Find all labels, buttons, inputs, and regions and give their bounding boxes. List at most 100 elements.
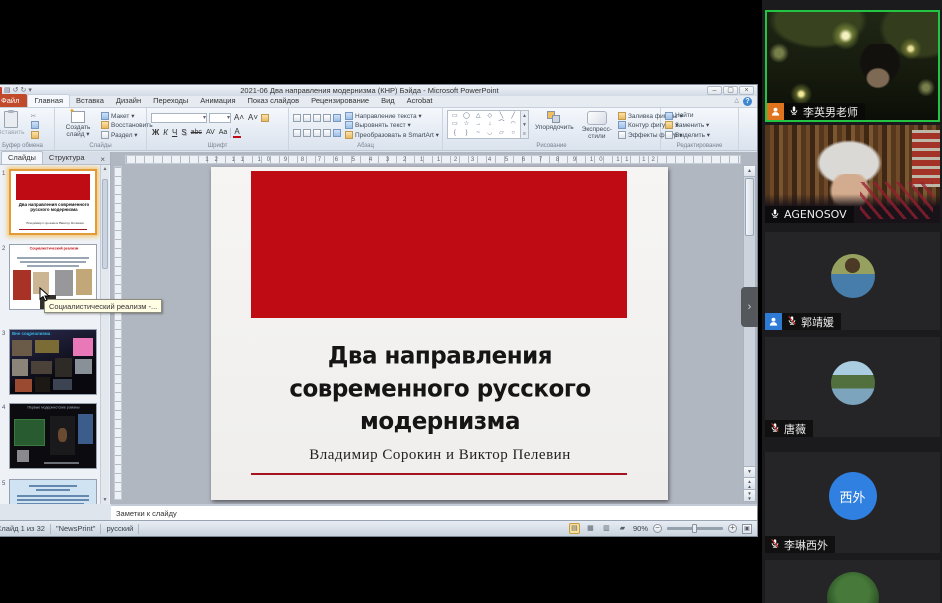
grow-font-button[interactable]: A˄ xyxy=(233,113,245,123)
shrink-font-button[interactable]: A˅ xyxy=(247,113,259,123)
columns-icon[interactable] xyxy=(333,129,341,137)
participant-tile-6[interactable] xyxy=(765,560,940,603)
language-indicator[interactable]: русский xyxy=(106,524,133,533)
copy-button[interactable] xyxy=(31,121,39,129)
font-name-combo[interactable] xyxy=(151,113,207,123)
next-slide-button[interactable]: ▼▼ xyxy=(744,489,755,501)
tab-home[interactable]: Главная xyxy=(27,94,70,107)
align-left-icon[interactable] xyxy=(293,129,301,137)
participant-tile-2[interactable]: AGENOSOV xyxy=(765,125,940,223)
close-panel-icon[interactable]: × xyxy=(95,155,110,164)
slide-red-banner[interactable] xyxy=(251,171,627,318)
increase-indent-icon[interactable] xyxy=(323,114,331,122)
clear-formatting-icon[interactable] xyxy=(261,114,269,122)
format-painter-button[interactable] xyxy=(31,131,39,139)
text-direction-button[interactable]: Направление текста ▾ xyxy=(345,112,439,120)
reset-button[interactable]: Восстановить xyxy=(101,121,153,129)
tab-transitions[interactable]: Переходы xyxy=(147,95,194,107)
zoom-out-button[interactable]: − xyxy=(653,524,662,533)
new-slide-button[interactable]: Создать слайд ▾ xyxy=(59,110,97,141)
participant-tile-5[interactable]: 西外 李琳西外 xyxy=(765,452,940,553)
section-button[interactable]: Раздел ▾ xyxy=(101,131,153,139)
restore-button[interactable]: ▢ xyxy=(723,86,738,95)
align-center-icon[interactable] xyxy=(303,129,311,137)
slide-title[interactable]: Два направления современного русского мо… xyxy=(245,340,635,439)
tab-insert[interactable]: Вставка xyxy=(70,95,110,107)
arrange-button[interactable]: Упорядочить xyxy=(533,110,576,141)
video-panel-expand-button[interactable]: › xyxy=(741,287,758,327)
vertical-ruler[interactable] xyxy=(114,166,122,500)
horizontal-ruler[interactable]: 12 11 10 9 8 7 6 5 4 3 2 1 1 2 3 4 5 6 7… xyxy=(125,155,741,164)
minimize-ribbon-icon[interactable]: △ xyxy=(734,97,739,106)
participant-tile-3[interactable]: 郭靖媛 xyxy=(765,232,940,330)
thumbnails-scrollbar[interactable]: ▲ ▼ xyxy=(100,165,109,504)
text-shadow-button[interactable]: S xyxy=(180,128,187,138)
tab-slides-thumbnails[interactable]: Слайды xyxy=(1,151,43,164)
strikethrough-button[interactable]: abc xyxy=(190,128,203,138)
mic-on-icon xyxy=(789,104,799,120)
tab-animations[interactable]: Анимация xyxy=(194,95,241,107)
thumbnail-slide-1[interactable]: Два направления современного русского мо… xyxy=(9,169,97,235)
slideshow-view-button[interactable]: ▰ xyxy=(617,523,628,534)
participant-tile-1[interactable]: 李英男老师 xyxy=(765,10,940,122)
scroll-up-icon[interactable]: ▲ xyxy=(744,166,755,177)
scroll-down-icon[interactable]: ▼ xyxy=(744,466,755,477)
bold-button[interactable]: Ж xyxy=(151,128,160,138)
slide-canvas[interactable]: Два направления современного русского мо… xyxy=(211,167,668,500)
minimize-button[interactable]: – xyxy=(707,86,722,95)
select-button[interactable]: Выделить ▾ xyxy=(665,131,710,139)
slide-sorter-view-button[interactable]: ▦ xyxy=(585,523,596,534)
paste-button[interactable]: Вставить xyxy=(0,110,27,141)
fit-to-window-button[interactable]: ▣ xyxy=(742,524,752,534)
zoom-level[interactable]: 90% xyxy=(633,524,648,533)
quick-styles-button[interactable]: Экспресс-стили xyxy=(580,110,614,141)
participant-name: 李琳西外 xyxy=(784,537,828,553)
align-text-button[interactable]: Выровнять текст ▾ xyxy=(345,121,439,129)
tab-slideshow[interactable]: Показ слайдов xyxy=(242,95,306,107)
normal-view-button[interactable]: ▤ xyxy=(569,523,580,534)
thumbnail-slide-5[interactable] xyxy=(9,479,97,504)
change-case-button[interactable]: Aa xyxy=(218,128,229,138)
close-button[interactable]: × xyxy=(739,86,754,95)
thumbnail-slide-4[interactable]: Первые модернистские романы xyxy=(9,403,97,469)
slide-counter: Слайд 1 из 32 xyxy=(0,524,45,533)
tab-file[interactable]: Файл xyxy=(0,94,27,107)
zoom-slider-thumb[interactable] xyxy=(692,524,697,533)
theme-name[interactable]: "NewsPrint" xyxy=(56,524,96,533)
tab-outline[interactable]: Структура xyxy=(43,152,91,164)
justify-icon[interactable] xyxy=(323,129,331,137)
shapes-gallery-scroll[interactable]: ▲▼≡ xyxy=(521,110,529,139)
layout-button[interactable]: Макет ▾ xyxy=(101,112,153,120)
decrease-indent-icon[interactable] xyxy=(313,114,321,122)
bullets-icon[interactable] xyxy=(293,114,301,122)
replace-button[interactable]: Заменить ▾ xyxy=(665,121,710,129)
cut-button[interactable]: ✂ xyxy=(31,112,39,120)
scrollbar-thumb[interactable] xyxy=(745,178,754,236)
tab-design[interactable]: Дизайн xyxy=(110,95,147,107)
underline-button[interactable]: Ч xyxy=(171,128,178,138)
font-size-combo[interactable] xyxy=(209,113,231,123)
find-button[interactable]: Найти xyxy=(665,112,710,120)
smartart-button[interactable]: Преобразовать в SmartArt ▾ xyxy=(345,131,439,139)
previous-slide-button[interactable]: ▲▲ xyxy=(744,477,755,489)
tab-review[interactable]: Рецензирование xyxy=(305,95,375,107)
italic-button[interactable]: К xyxy=(162,128,169,138)
participant-tile-4[interactable]: 唐薇 xyxy=(765,337,940,437)
numbering-icon[interactable] xyxy=(303,114,311,122)
tab-acrobat[interactable]: Acrobat xyxy=(401,95,439,107)
tab-view[interactable]: Вид xyxy=(375,95,401,107)
line-spacing-icon[interactable] xyxy=(333,114,341,122)
shapes-gallery[interactable]: ▭◯△◇╲╱ ▭☆→↓⌒◠ {}~◡▱○ xyxy=(447,110,521,139)
slide-subtitle[interactable]: Владимир Сорокин и Виктор Пелевин xyxy=(245,447,635,464)
character-spacing-button[interactable]: AV xyxy=(205,128,216,138)
notes-pane[interactable]: Заметки к слайду xyxy=(111,504,757,520)
reading-view-button[interactable]: ▥ xyxy=(601,523,612,534)
zoom-slider[interactable] xyxy=(667,527,723,530)
align-right-icon[interactable] xyxy=(313,129,321,137)
copy-icon xyxy=(31,121,39,129)
thumbnail-slide-3[interactable]: Вне соцреализма xyxy=(9,329,97,395)
main-scrollbar[interactable]: ▲ ▼ ▲▲ ▼▼ xyxy=(743,165,756,502)
help-icon[interactable]: ? xyxy=(743,97,752,106)
zoom-in-button[interactable]: + xyxy=(728,524,737,533)
font-color-button[interactable]: A xyxy=(233,128,240,138)
